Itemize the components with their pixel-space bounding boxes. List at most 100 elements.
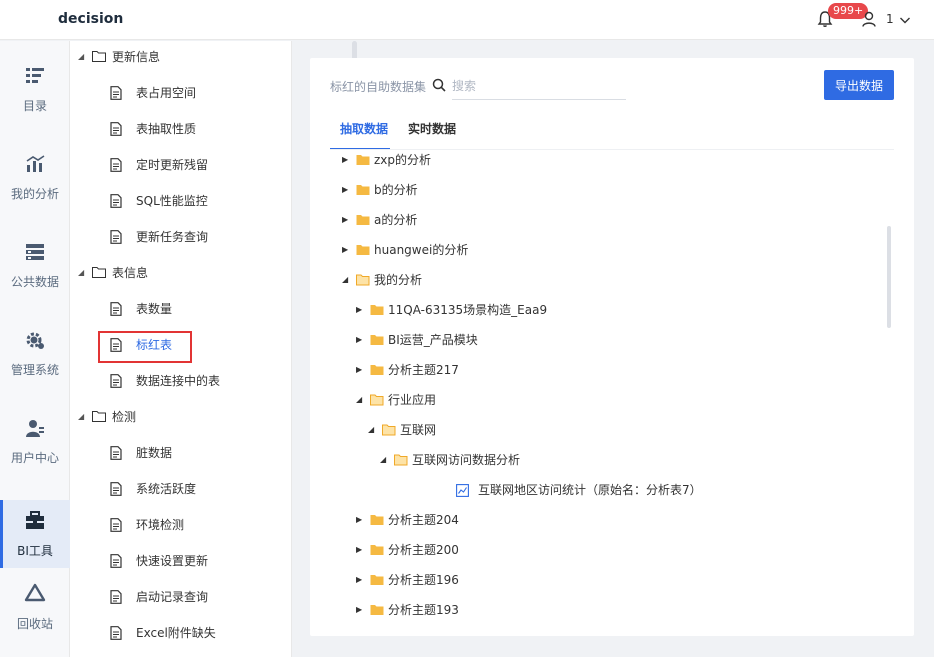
dataset-label: 标红的自助数据集 xyxy=(330,80,427,94)
chevron-down-icon[interactable] xyxy=(899,14,911,26)
folder-open-icon xyxy=(356,274,370,286)
collapsed-triangle-icon: ▶ xyxy=(356,605,363,614)
folder-icon xyxy=(92,51,106,62)
nav-label: 目录 xyxy=(22,99,47,113)
toolbox-icon xyxy=(26,511,44,529)
tab-realtime-data[interactable]: 实时数据 xyxy=(408,120,468,150)
tree-group-label: 表信息 xyxy=(112,266,149,280)
collapsed-triangle-icon: ▶ xyxy=(356,545,363,554)
analysis-icon xyxy=(26,155,45,172)
report-chart-icon xyxy=(456,484,469,497)
document-icon xyxy=(110,230,122,244)
row-label: 互联网地区访问统计（原始名：分析表7） xyxy=(478,483,702,497)
tree-item-label: 表占用空间 xyxy=(136,86,197,100)
collapsed-triangle-icon: ▶ xyxy=(356,305,363,314)
brand-title: decision xyxy=(58,11,124,27)
document-icon xyxy=(110,482,122,496)
nav-label: 回收站 xyxy=(16,617,53,631)
document-icon xyxy=(110,626,122,640)
folder-icon xyxy=(370,605,384,615)
row-label: 11QA-63135场景构造_Eaa9 xyxy=(388,303,548,317)
document-icon xyxy=(110,302,122,316)
folder-icon xyxy=(356,185,370,195)
tree-item-label: 更新任务查询 xyxy=(136,230,209,244)
document-icon xyxy=(110,554,122,568)
tree-item-label: 脏数据 xyxy=(136,446,173,460)
nav-item-public-data[interactable]: 公共数据 xyxy=(0,231,70,299)
folder-open-icon xyxy=(394,454,408,466)
search-input[interactable] xyxy=(452,72,626,100)
row-label: a的分析 xyxy=(374,213,418,227)
document-icon xyxy=(110,158,122,172)
recycle-bin-icon xyxy=(24,583,46,602)
folder-icon xyxy=(370,365,384,375)
nav-item-my-analysis[interactable]: 我的分析 xyxy=(0,143,70,211)
expand-triangle-icon: ◢ xyxy=(78,52,85,61)
top-bar: decision 999+ 1 xyxy=(0,0,934,40)
row-label: 分析主题204 xyxy=(388,513,459,527)
nav-item-catalog[interactable]: 目录 xyxy=(0,55,70,123)
document-icon xyxy=(110,374,122,388)
row-label: 行业应用 xyxy=(388,393,437,407)
folder-icon xyxy=(370,515,384,525)
row-label: 分析主题193 xyxy=(388,603,459,617)
public-data-icon xyxy=(26,244,44,260)
folder-icon xyxy=(92,267,106,278)
row-label: 我的分析 xyxy=(374,273,423,287)
folder-icon xyxy=(370,575,384,585)
folder-icon xyxy=(356,245,370,255)
folder-icon xyxy=(370,335,384,345)
collapsed-triangle-icon: ▶ xyxy=(342,245,349,254)
user-avatar-icon[interactable] xyxy=(862,11,876,27)
tree-item-label: SQL性能监控 xyxy=(136,194,208,208)
tree-item-label: 表抽取性质 xyxy=(136,122,197,136)
nav-item-recycle-bin[interactable]: 回收站 xyxy=(0,573,70,641)
tree-group-label: 更新信息 xyxy=(112,50,161,64)
nav-label: 管理系统 xyxy=(10,363,59,377)
document-icon xyxy=(110,446,122,460)
nav-item-user-center[interactable]: 用户中心 xyxy=(0,407,70,475)
document-icon xyxy=(110,194,122,208)
document-icon xyxy=(110,590,122,604)
folder-open-icon xyxy=(382,424,396,436)
document-icon xyxy=(110,122,122,136)
folder-icon xyxy=(370,305,384,315)
folder-icon xyxy=(370,545,384,555)
tree-item-label: 定时更新残留 xyxy=(136,158,209,172)
export-data-button[interactable]: 导出数据 xyxy=(824,70,894,100)
nav-item-bi-tools[interactable]: BI工具 xyxy=(0,500,70,568)
catalog-icon xyxy=(26,68,44,83)
nav-label: 公共数据 xyxy=(10,275,59,289)
tree-item-label: 数据连接中的表 xyxy=(136,374,221,388)
content-scrollbar[interactable] xyxy=(887,226,891,328)
expanded-triangle-icon: ◢ xyxy=(356,395,363,404)
collapsed-triangle-icon: ▶ xyxy=(356,365,363,374)
nav-item-management[interactable]: 管理系统 xyxy=(0,319,70,387)
document-icon xyxy=(110,86,122,100)
collapsed-triangle-icon: ▶ xyxy=(356,335,363,344)
tree-item-label: 表数量 xyxy=(136,302,173,316)
folder-icon xyxy=(356,155,370,165)
tree-group-label: 检测 xyxy=(112,410,137,424)
selection-highlight-box xyxy=(98,331,192,363)
tree-item-label: 启动记录查询 xyxy=(136,590,209,604)
tab-extract-data[interactable]: 抽取数据 xyxy=(330,120,390,150)
search-icon xyxy=(432,78,446,92)
row-label: 互联网访问数据分析 xyxy=(412,453,521,467)
tree-item-label: 快速设置更新 xyxy=(136,554,209,568)
collapsed-triangle-icon: ▶ xyxy=(342,215,349,224)
nav-label: 我的分析 xyxy=(10,187,59,201)
collapsed-triangle-icon: ▶ xyxy=(356,575,363,584)
expanded-triangle-icon: ◢ xyxy=(368,425,375,434)
user-name[interactable]: 1 xyxy=(886,12,894,26)
folder-icon xyxy=(356,215,370,225)
tree-item-label: 环境检测 xyxy=(136,518,185,532)
collapsed-triangle-icon: ▶ xyxy=(342,185,349,194)
folder-open-icon xyxy=(370,394,384,406)
left-nav: 目录 我的分析 公共数据 管理系统 用户中心 BI工具 回收站 xyxy=(0,41,70,657)
row-label: 互联网 xyxy=(400,423,437,437)
tree-item-label: Excel附件缺失 xyxy=(136,626,216,640)
main-card: 标红的自助数据集 导出数据 抽取数据 实时数据 ▶ zxp的分析 ▶ b的分析 ▶ a的分… xyxy=(310,58,914,636)
row-label: b的分析 xyxy=(374,183,418,197)
row-label: BI运营_产品模块 xyxy=(388,333,478,347)
